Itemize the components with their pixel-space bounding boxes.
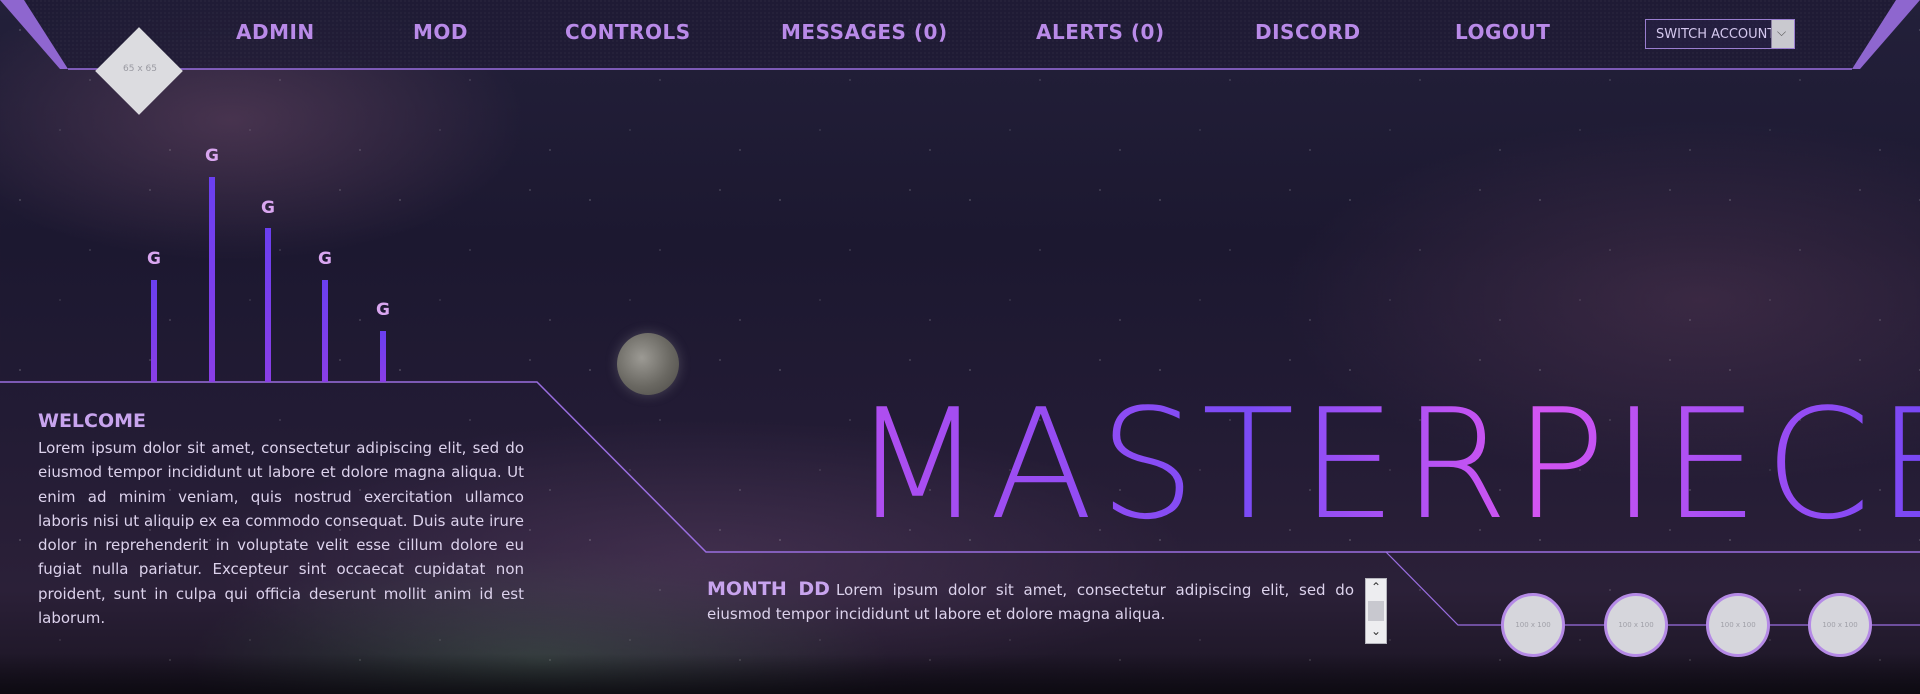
avatar-placeholder[interactable]: 100 x 100 (1706, 593, 1770, 657)
avatar-size-label: 100 x 100 (1515, 621, 1551, 629)
nav-discord[interactable]: DISCORD (1255, 20, 1361, 44)
dropdown-button[interactable]: ⌵ (1771, 20, 1794, 48)
stat-bar (151, 280, 157, 382)
avatar-size-label: 100 x 100 (1720, 621, 1756, 629)
stat-bar-label: G (147, 249, 161, 269)
avatar-placeholder[interactable]: 100 x 100 (1501, 593, 1565, 657)
hero-title: MASTERPIECE (852, 389, 1920, 541)
news-scrollbar[interactable]: ⌃ ⌄ (1365, 578, 1387, 644)
stat-bar (322, 280, 328, 382)
nav-alerts[interactable]: ALERTS (0) (1036, 20, 1165, 44)
news-entry: MONTH DD Lorem ipsum dolor sit amet, cons… (707, 577, 1354, 627)
switch-account-select[interactable]: SWITCH ACCOUNT ⌵ (1645, 19, 1795, 49)
scroll-thumb[interactable] (1368, 601, 1384, 621)
chevron-down-icon: ⌵ (1777, 25, 1787, 39)
welcome-text: Lorem ipsum dolor sit amet, consectetur … (38, 439, 524, 628)
avatar-size-label: 100 x 100 (1822, 621, 1858, 629)
avatar-size-label: 100 x 100 (1618, 621, 1654, 629)
stat-bar-label: G (261, 198, 275, 218)
logo-size-label: 65 x 65 (123, 64, 157, 74)
nav-controls[interactable]: CONTROLS (565, 20, 691, 44)
stat-bar-label: G (376, 300, 390, 320)
chevron-down-icon[interactable]: ⌄ (1366, 624, 1386, 642)
avatar-placeholder[interactable]: 100 x 100 (1604, 593, 1668, 657)
switch-account-label: SWITCH ACCOUNT (1656, 27, 1776, 42)
nav-messages[interactable]: MESSAGES (0) (781, 20, 948, 44)
welcome-title: WELCOME (38, 410, 147, 432)
nav-logout[interactable]: LOGOUT (1455, 20, 1550, 44)
stat-bar-label: G (205, 146, 219, 166)
avatar-placeholder[interactable]: 100 x 100 (1808, 593, 1872, 657)
nav-admin[interactable]: ADMIN (236, 20, 315, 44)
top-nav: ADMIN MOD CONTROLS MESSAGES (0) ALERTS (… (0, 0, 1920, 70)
chevron-up-icon[interactable]: ⌃ (1366, 580, 1386, 598)
stat-bar (380, 331, 386, 382)
stat-bar-label: G (318, 249, 332, 269)
stat-bar (209, 177, 215, 382)
stat-bar (265, 228, 271, 382)
news-date: MONTH DD (707, 578, 830, 600)
nav-mod[interactable]: MOD (413, 20, 468, 44)
